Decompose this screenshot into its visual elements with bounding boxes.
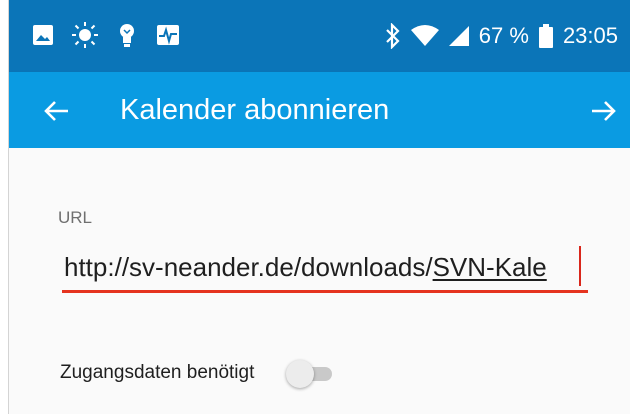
arrow-right-icon	[588, 96, 618, 126]
arrow-left-icon	[42, 96, 72, 126]
credentials-toggle[interactable]	[284, 359, 336, 389]
status-left-icons	[32, 22, 180, 48]
activity-icon	[156, 24, 180, 46]
wifi-icon	[410, 25, 439, 47]
url-label: URL	[58, 208, 93, 227]
image-icon	[32, 24, 54, 46]
status-time: 23:05	[562, 23, 618, 48]
forward-button[interactable]	[588, 96, 618, 126]
url-value[interactable]: http://sv-neander.de/downloads/SVN-Kale	[64, 250, 584, 284]
battery-percent: 67 %	[478, 23, 529, 48]
url-value-prefix: http://sv-neander.de/downloads/	[64, 252, 433, 282]
screen: 67 % 23:05 Kalender abonnieren URL http:…	[0, 0, 630, 414]
brightness-icon	[72, 22, 98, 48]
url-value-composing: SVN-Kale	[432, 252, 547, 282]
toggle-thumb	[286, 360, 314, 388]
text-cursor	[579, 246, 581, 286]
lightbulb-icon	[116, 22, 138, 48]
form-content: URL http://sv-neander.de/downloads/SVN-K…	[8, 148, 630, 414]
screen-edge	[0, 0, 9, 414]
url-input[interactable]: http://sv-neander.de/downloads/SVN-Kale	[62, 242, 588, 293]
page-title: Kalender abonnieren	[120, 94, 390, 126]
signal-icon	[448, 25, 469, 47]
status-right-icons: 67 % 23:05	[385, 22, 618, 50]
back-button[interactable]	[42, 96, 72, 126]
battery-icon	[538, 24, 553, 48]
app-bar: Kalender abonnieren	[8, 72, 630, 148]
bluetooth-icon	[385, 23, 401, 49]
status-bar: 67 % 23:05	[8, 0, 630, 72]
credentials-toggle-label: Zugangsdaten benötigt	[60, 362, 255, 383]
